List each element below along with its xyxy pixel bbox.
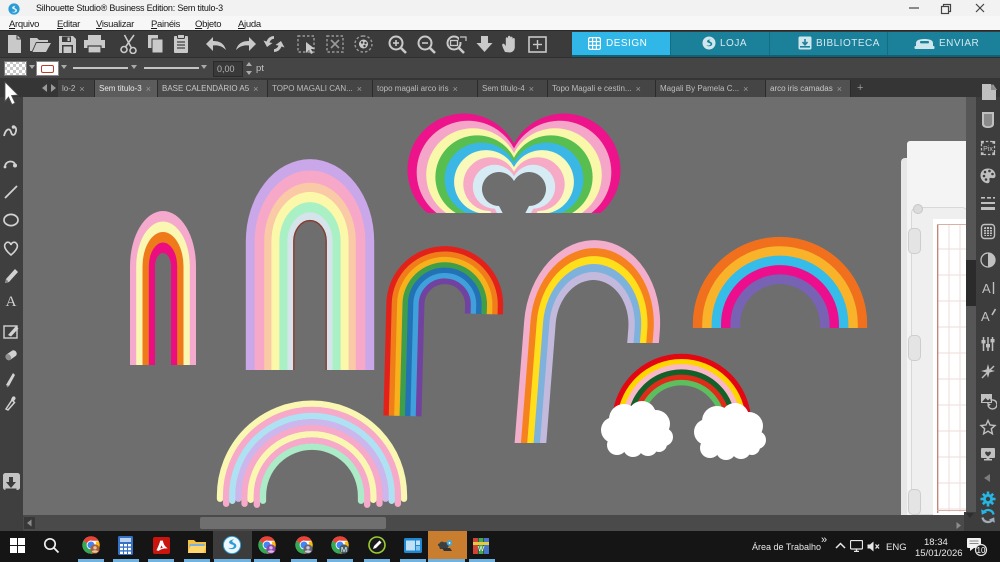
svg-text:A: A bbox=[981, 309, 990, 324]
svg-text:A: A bbox=[982, 281, 991, 296]
svg-text:W: W bbox=[478, 546, 485, 553]
svg-text:Pix: Pix bbox=[983, 146, 993, 153]
svg-text:M: M bbox=[341, 545, 347, 554]
svg-text:10: 10 bbox=[977, 546, 986, 555]
